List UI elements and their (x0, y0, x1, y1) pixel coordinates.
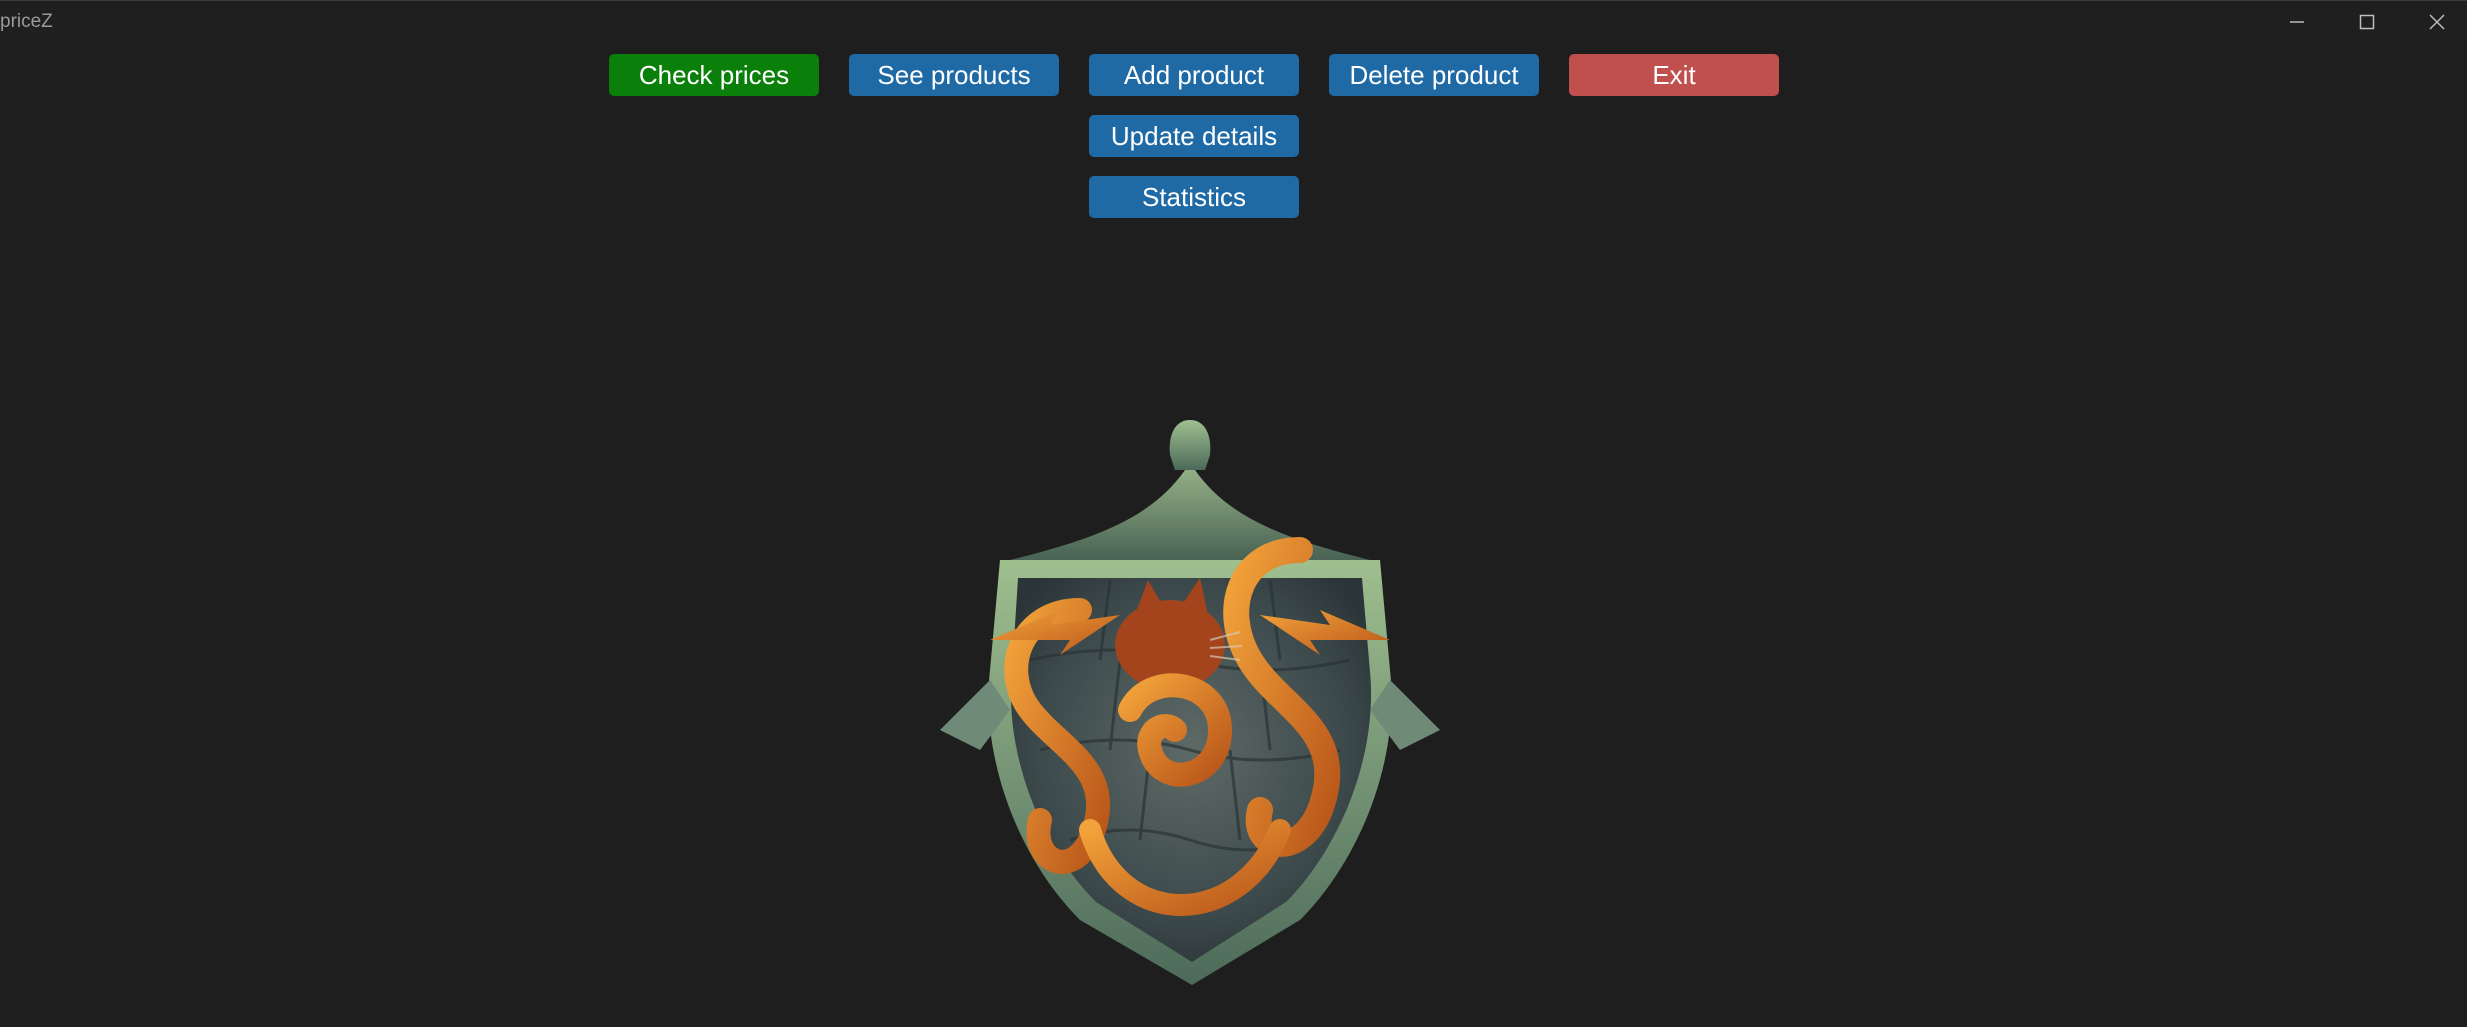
minimize-icon (2290, 21, 2304, 23)
delete-product-button[interactable]: Delete product (1329, 54, 1539, 96)
check-prices-button[interactable]: Check prices (609, 54, 819, 96)
add-product-button[interactable]: Add product (1089, 54, 1299, 96)
update-details-button[interactable]: Update details (1089, 115, 1299, 157)
maximize-icon (2359, 14, 2375, 30)
exit-button[interactable]: Exit (1569, 54, 1779, 96)
window-title: priceZ (0, 11, 53, 32)
see-products-button[interactable]: See products (849, 54, 1059, 96)
title-bar: priceZ (0, 0, 2467, 43)
minimize-button[interactable] (2262, 1, 2332, 43)
maximize-button[interactable] (2332, 1, 2402, 43)
shield-cat-emblem-icon (940, 420, 1440, 985)
close-icon (2429, 14, 2445, 30)
statistics-button[interactable]: Statistics (1089, 176, 1299, 218)
close-window-button[interactable] (2402, 1, 2467, 43)
